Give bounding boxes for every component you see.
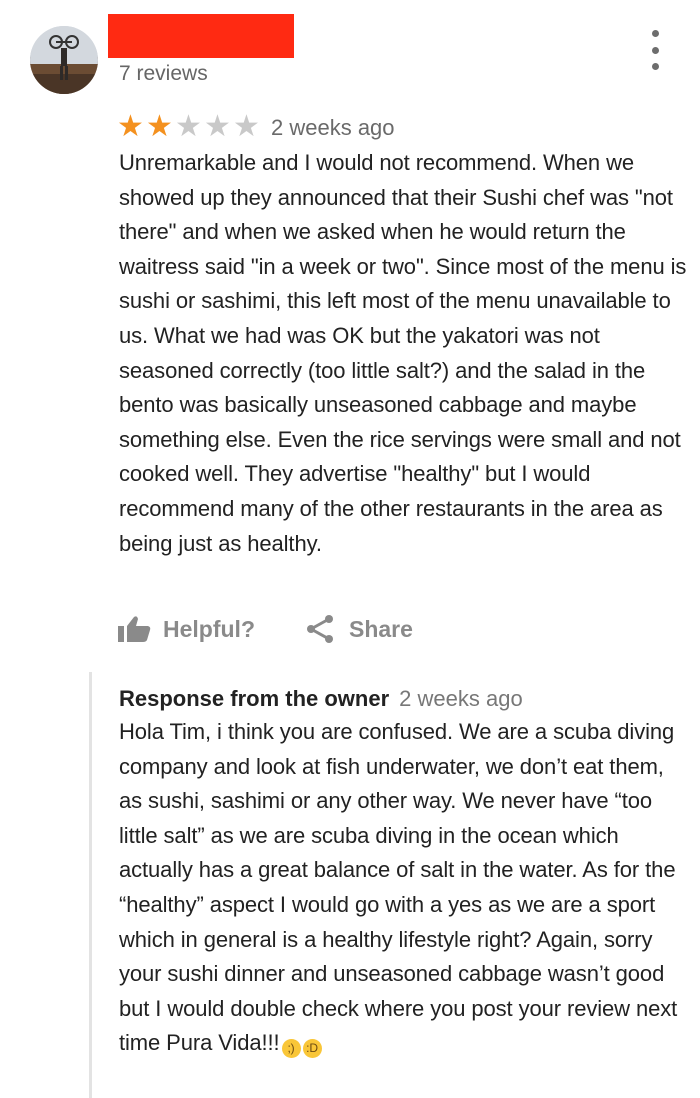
review-text: Unremarkable and I would not recommend. … [119,150,687,556]
owner-response-date: 2 weeks ago [399,686,523,711]
star-icon: ★ [233,110,260,143]
star-rating: ★ ★ ★ ★ ★ [117,111,262,143]
star-icon: ★ [204,110,231,143]
reply-divider [89,672,92,1098]
avatar-photo [30,26,98,94]
more-vertical-icon[interactable] [644,30,666,70]
owner-response-text: Hola Tim, i think you are confused. We a… [119,719,678,1056]
share-icon [307,615,333,643]
share-label: Share [349,615,413,642]
review-date: 2 weeks ago [271,115,395,140]
owner-response-title: Response from the owner [119,686,390,711]
thumbs-up-icon [118,616,151,642]
reviews-count[interactable]: 7 reviews [119,62,208,86]
reviewer-name-redaction [108,14,294,58]
owner-response-header: Response from the owner 2 weeks ago [119,686,523,712]
helpful-label: Helpful? [163,615,255,642]
reviewer-avatar[interactable] [30,26,98,94]
star-icon: ★ [117,110,144,143]
star-icon: ★ [146,110,173,143]
helpful-button[interactable]: Helpful? [117,615,255,643]
grinning-face-emoji-icon: :D [302,1039,322,1059]
winking-face-emoji-icon: ;) [281,1039,301,1059]
owner-response-body: Hola Tim, i think you are confused. We a… [119,715,684,1061]
review-actions: Helpful? Share [117,614,413,644]
share-button[interactable]: Share [305,614,413,644]
star-icon: ★ [175,110,202,143]
